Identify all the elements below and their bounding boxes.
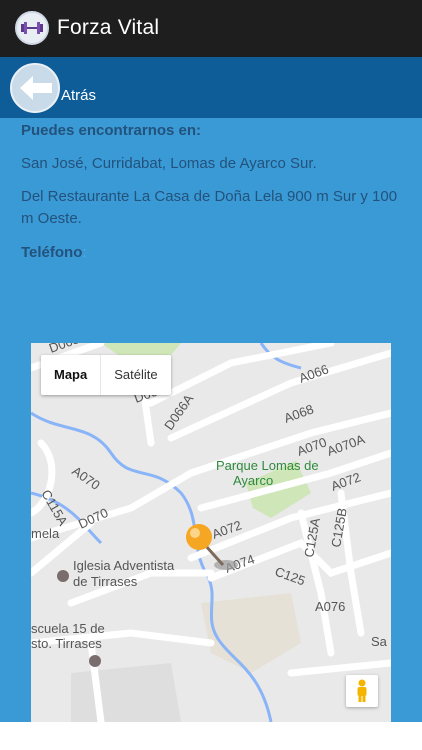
app-bar: Forza Vital <box>0 0 422 57</box>
map-type-satelite[interactable]: Satélite <box>101 355 170 395</box>
svg-text:sto. Tirrases: sto. Tirrases <box>31 636 102 651</box>
back-button[interactable] <box>10 63 60 113</box>
map-type-control: Mapa Satélite <box>41 355 171 395</box>
svg-text:Ayarco: Ayarco <box>233 473 273 488</box>
svg-text:scuela 15 de: scuela 15 de <box>31 621 105 636</box>
location-text: San José, Curridabat, Lomas de Ayarco Su… <box>21 155 317 172</box>
svg-text:D070: D070 <box>76 505 111 532</box>
svg-text:de Tirrases: de Tirrases <box>73 574 138 589</box>
street-view-button[interactable] <box>346 675 378 707</box>
phone-row: Teléfono: <box>21 242 401 264</box>
directions-text: Del Restaurante La Casa de Doña Lela 900… <box>21 188 398 227</box>
svg-text:Parque Lomas de: Parque Lomas de <box>216 458 319 473</box>
svg-text:A068: A068 <box>282 401 316 425</box>
svg-text:A076: A076 <box>315 599 345 614</box>
svg-text:Sa: Sa <box>371 634 388 649</box>
phone-label: Teléfono <box>21 244 83 261</box>
map-pin-icon[interactable] <box>181 521 241 576</box>
svg-text:A070: A070 <box>69 463 102 493</box>
app-title: Forza Vital <box>57 16 160 39</box>
phone-separator: : <box>82 244 87 261</box>
nav-bar: Atrás <box>0 57 422 118</box>
svg-text:Iglesia Adventista: Iglesia Adventista <box>73 558 175 573</box>
arrow-left-icon <box>20 76 52 100</box>
pegman-icon <box>357 679 367 702</box>
map-view[interactable]: A066 A068 A070 A070A A072 A072 A074 C125… <box>31 343 391 722</box>
bottom-area <box>0 722 422 750</box>
map-type-mapa[interactable]: Mapa <box>41 355 100 395</box>
svg-text:A070A: A070A <box>325 431 367 459</box>
svg-text:C125: C125 <box>273 564 307 589</box>
svg-text:A066: A066 <box>297 361 331 385</box>
location-heading: Puedes encontrarnos en: <box>21 122 202 139</box>
back-label[interactable]: Atrás <box>61 87 96 104</box>
dumbbell-icon <box>15 11 49 45</box>
svg-text:mela: mela <box>31 526 60 541</box>
